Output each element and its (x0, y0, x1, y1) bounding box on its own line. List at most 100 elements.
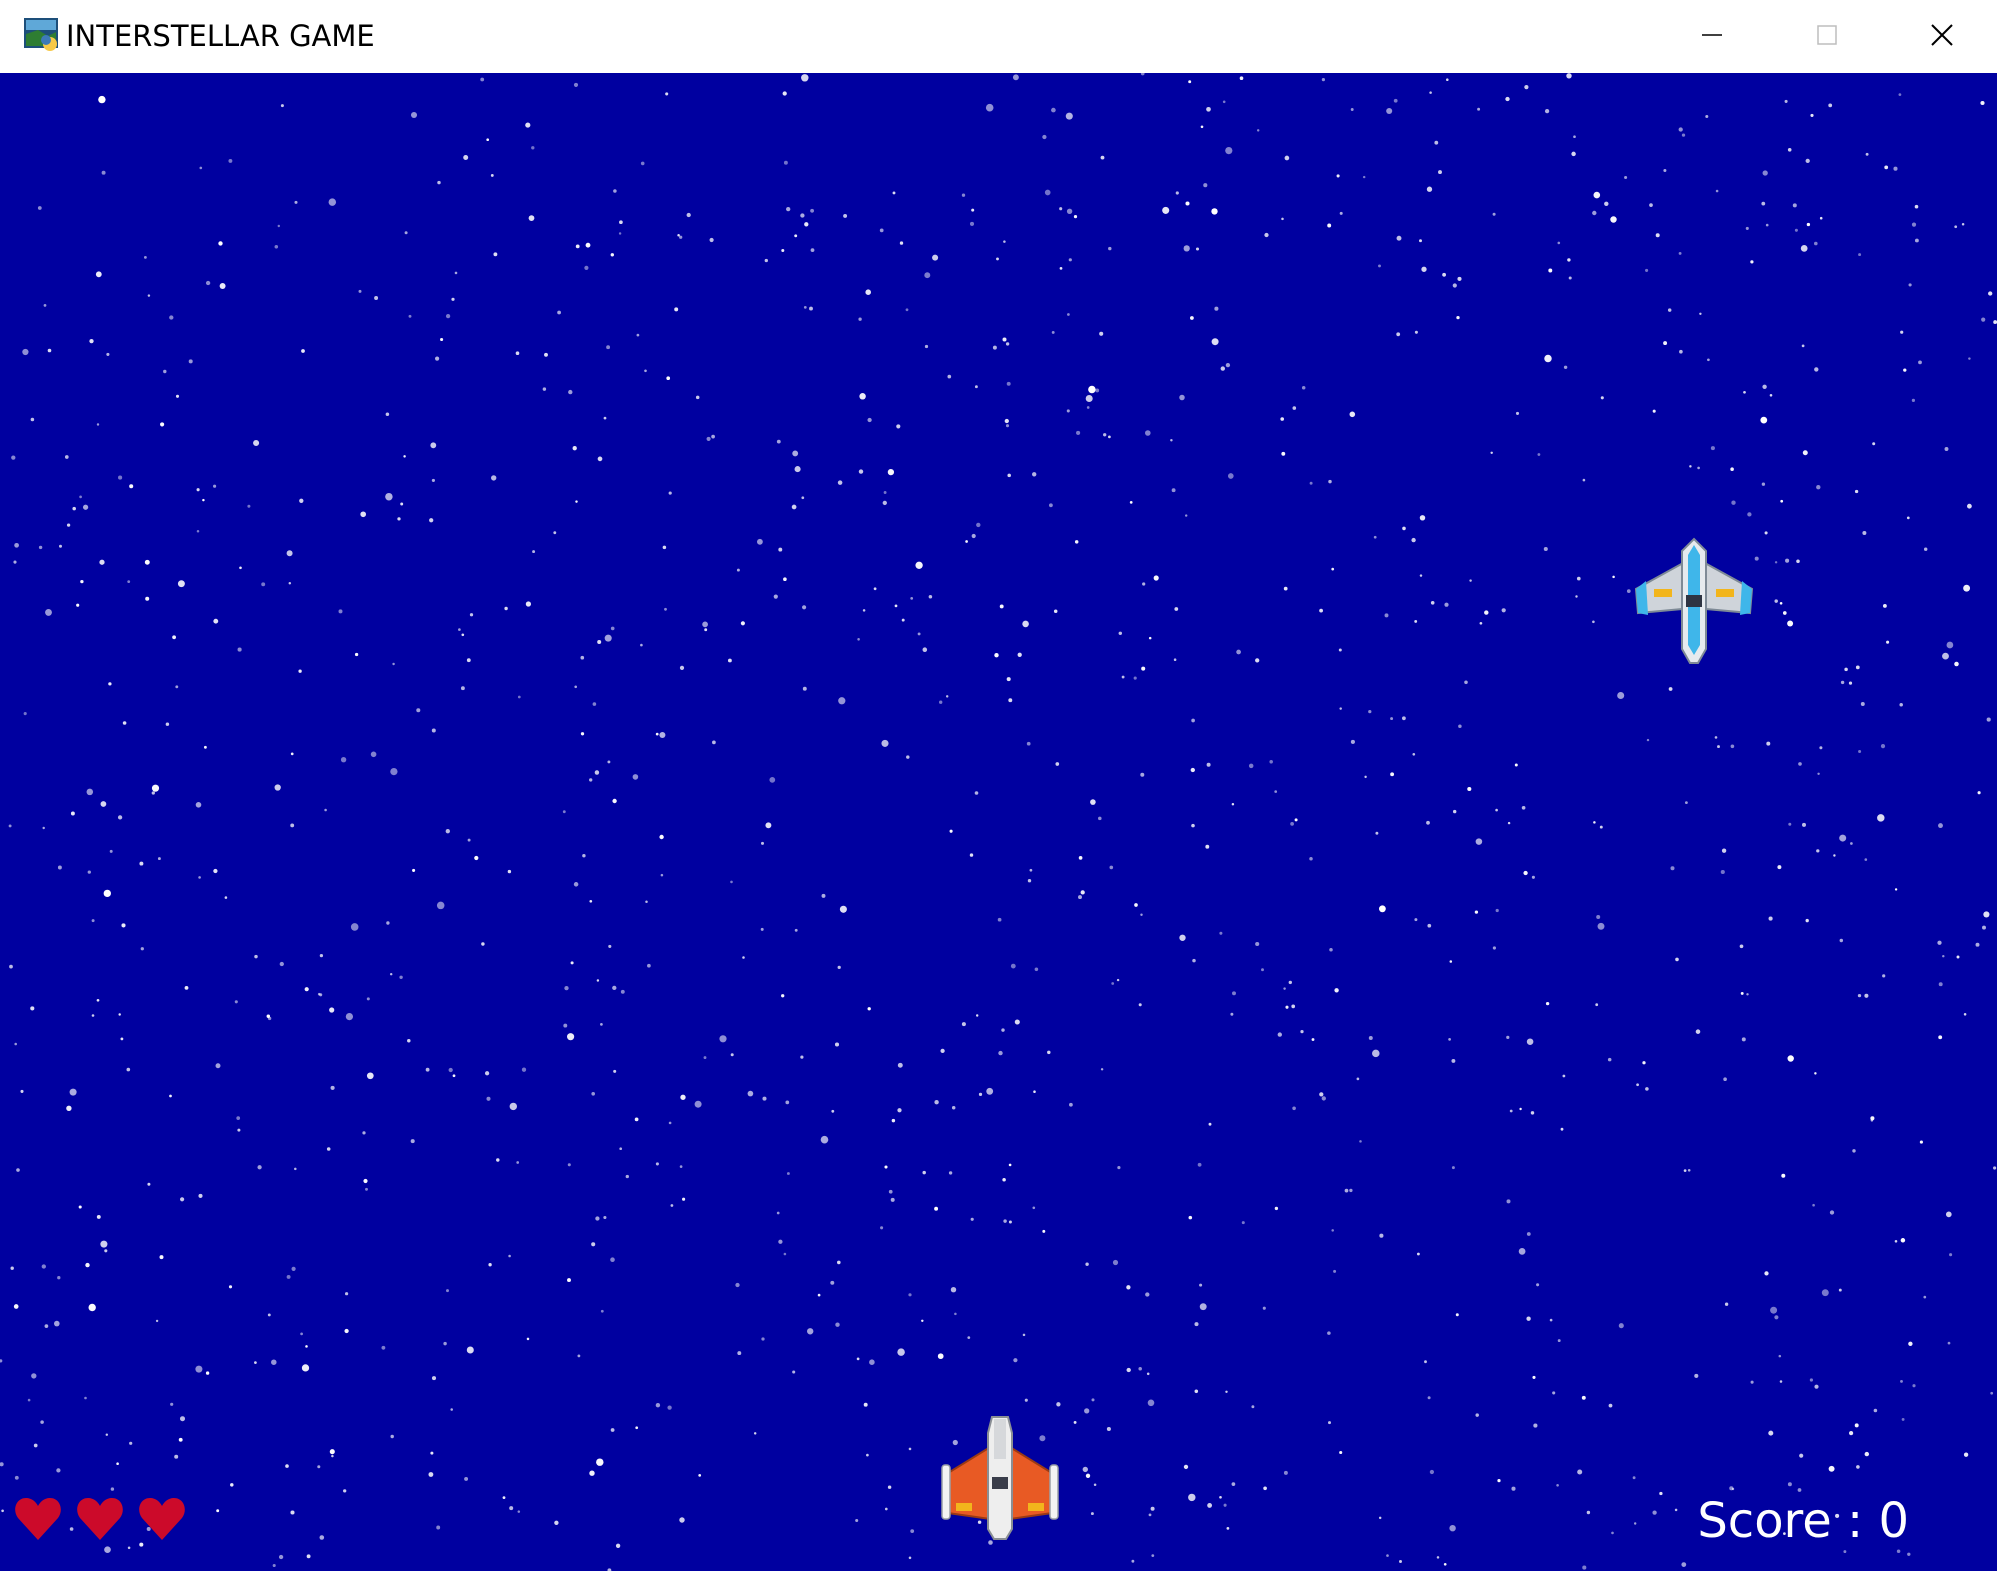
star (1241, 1221, 1245, 1225)
star (1492, 946, 1496, 950)
star (1199, 1303, 1207, 1311)
star (290, 752, 294, 756)
star (1151, 1554, 1155, 1557)
star (144, 559, 150, 565)
game-canvas[interactable]: Score : 0 (0, 73, 1997, 1571)
star (1008, 1220, 1012, 1224)
star (1442, 272, 1446, 277)
star (517, 1510, 521, 1513)
maximize-button[interactable] (1769, 0, 1884, 70)
star (924, 272, 931, 279)
star (1762, 170, 1768, 176)
star (1715, 189, 1719, 193)
star (1721, 848, 1727, 853)
star (286, 1274, 291, 1279)
star (1026, 741, 1031, 746)
star (1065, 112, 1073, 120)
star (682, 1197, 686, 1201)
star (1138, 1366, 1142, 1371)
star (1131, 1559, 1135, 1563)
minimize-button[interactable] (1654, 0, 1769, 70)
star (157, 857, 161, 861)
star (14, 1475, 19, 1480)
score-label: Score : 0 (1697, 1493, 1909, 1549)
star (997, 917, 1002, 922)
star (1419, 574, 1423, 577)
star (1949, 1253, 1953, 1257)
star (66, 523, 71, 527)
star (247, 504, 251, 508)
star (1797, 1488, 1802, 1492)
star (366, 1072, 374, 1080)
star (1109, 865, 1114, 870)
star (1864, 1451, 1870, 1457)
star (1379, 1233, 1384, 1238)
star (965, 540, 968, 543)
star (1444, 602, 1449, 607)
star (947, 374, 952, 379)
star (1126, 1285, 1131, 1290)
star (463, 155, 469, 160)
star (1568, 276, 1572, 280)
star (679, 665, 685, 671)
star (1839, 938, 1844, 943)
star (460, 686, 465, 691)
star (343, 1489, 347, 1493)
star (1211, 338, 1219, 346)
star (237, 1128, 241, 1132)
star (1051, 330, 1055, 334)
star (1911, 222, 1917, 227)
star (1900, 1238, 1906, 1243)
star (1190, 767, 1195, 773)
star (1810, 113, 1814, 117)
star (1430, 601, 1435, 605)
star (910, 597, 914, 600)
close-button[interactable] (1884, 0, 1997, 70)
star (1761, 482, 1766, 486)
star (1264, 232, 1269, 238)
star (838, 697, 846, 705)
star (481, 942, 485, 946)
star (103, 889, 111, 898)
star (410, 111, 418, 119)
star (20, 1089, 24, 1093)
star (985, 103, 994, 112)
star (1211, 208, 1218, 215)
star (1162, 206, 1170, 214)
star (1577, 1469, 1583, 1475)
star (1852, 1149, 1856, 1153)
star (1396, 332, 1401, 337)
star (837, 480, 843, 485)
star (1003, 1219, 1007, 1223)
star (54, 1320, 60, 1327)
star (1576, 576, 1581, 581)
star (1451, 1166, 1455, 1170)
star (1942, 954, 1945, 958)
star (1170, 438, 1173, 442)
star (1362, 175, 1366, 179)
star (1208, 1122, 1212, 1126)
star (747, 1090, 754, 1097)
star (1545, 1001, 1550, 1006)
star (1900, 330, 1904, 334)
star (1562, 1074, 1566, 1078)
star (160, 422, 165, 427)
star (299, 498, 304, 503)
star (1424, 1360, 1427, 1364)
star (1148, 1513, 1152, 1517)
star (1311, 1038, 1315, 1041)
star (1074, 540, 1079, 544)
star (1012, 74, 1019, 81)
star (1090, 1512, 1094, 1516)
star (1617, 691, 1625, 700)
star (1091, 1398, 1095, 1402)
star (278, 1554, 284, 1560)
star (1093, 1483, 1097, 1487)
star (1055, 762, 1060, 766)
enemy-spaceship-icon (1634, 537, 1754, 664)
star (1819, 216, 1823, 220)
title-bar[interactable]: INTERSTELLAR GAME (0, 0, 1997, 74)
star (410, 1139, 415, 1144)
star (13, 1304, 19, 1309)
star (610, 253, 614, 257)
